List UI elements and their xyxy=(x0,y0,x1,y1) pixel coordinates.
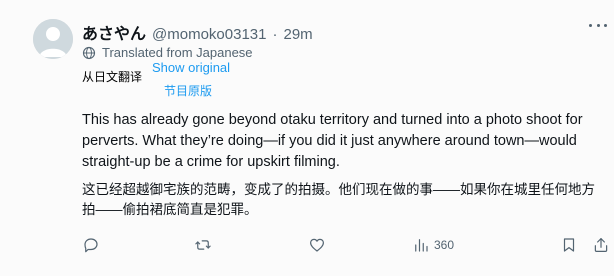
tweet-body-cn: 这已经超越御宅族的范畴，变成了的拍摄。他们现在做的事——如果你在城里任何地方拍—… xyxy=(82,182,595,217)
heart-icon xyxy=(310,238,324,252)
share-icon xyxy=(594,238,608,252)
post-timestamp[interactable]: 29m xyxy=(283,26,312,43)
translation-notice-cn: 从日文翻译 xyxy=(82,70,143,84)
translation-notice: Translated from Japanese xyxy=(82,45,253,60)
header-separator: · xyxy=(272,26,278,43)
retweet-button[interactable] xyxy=(194,236,212,254)
tweet-card: あさやん @momoko03131 · 29m Translated from … xyxy=(0,0,614,276)
views-icon xyxy=(415,239,428,252)
bookmark-button[interactable] xyxy=(560,236,578,254)
views-count: 360 xyxy=(434,238,455,252)
avatar[interactable] xyxy=(33,19,73,59)
globe-icon xyxy=(82,46,96,59)
tweet-body-en: This has already gone beyond otaku terri… xyxy=(82,112,583,170)
views-button[interactable]: 360 xyxy=(412,236,454,254)
default-avatar-icon xyxy=(33,19,73,59)
bookmark-icon xyxy=(563,238,575,252)
show-original-link[interactable]: Show original xyxy=(152,60,230,75)
share-button[interactable] xyxy=(592,236,610,254)
author-display-name[interactable]: あさやん xyxy=(82,20,146,44)
like-button[interactable] xyxy=(308,236,326,254)
show-original-link-cn[interactable]: 节目原版 xyxy=(164,82,212,99)
retweet-icon xyxy=(195,240,211,250)
reply-button[interactable] xyxy=(82,236,100,254)
translation-notice-text: Translated from Japanese xyxy=(102,45,253,60)
more-icon[interactable] xyxy=(589,20,607,30)
tweet-header: あさやん @momoko03131 · 29m xyxy=(82,20,313,44)
action-bar: 360 xyxy=(82,236,612,256)
reply-icon xyxy=(84,238,98,253)
author-handle[interactable]: @momoko03131 xyxy=(152,26,266,43)
